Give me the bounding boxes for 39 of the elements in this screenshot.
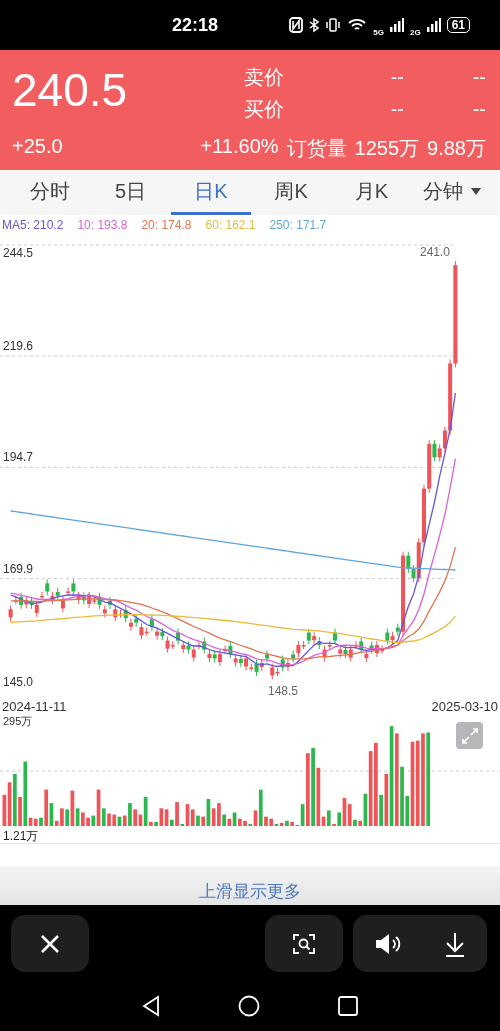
start-date: 2024-11-11 bbox=[2, 700, 67, 714]
ask-value: -- bbox=[389, 65, 404, 90]
battery-level: 61 bbox=[446, 17, 470, 33]
end-date: 2025-03-10 bbox=[431, 700, 498, 714]
amount-value: 9.88万 bbox=[427, 135, 486, 161]
period-tab[interactable]: 周K bbox=[251, 170, 332, 215]
bid-value: -- bbox=[471, 97, 486, 123]
volume-label: 订货量 bbox=[286, 135, 347, 161]
period-tab[interactable]: 5日 bbox=[90, 170, 171, 215]
moving-average-legend: 60: 162.1 bbox=[205, 218, 256, 232]
axis-label: 194.7 bbox=[3, 450, 34, 465]
ask-label: 卖价 bbox=[243, 65, 285, 90]
moving-average-legend: 10: 193.8 bbox=[77, 218, 128, 232]
current-price: 240.5 bbox=[12, 64, 129, 118]
period-tab[interactable]: 月K bbox=[331, 170, 412, 215]
axis-label: 244.5 bbox=[3, 246, 34, 260]
period-tab[interactable]: 分时 bbox=[10, 170, 91, 215]
axis-label: 295万 bbox=[3, 715, 33, 727]
moving-average-legend: 20: 174.8 bbox=[141, 218, 192, 232]
bid-value: -- bbox=[389, 97, 404, 123]
axis-label: 145.0 bbox=[3, 674, 34, 689]
swipe-hint: 上滑显示更多 bbox=[199, 881, 301, 903]
axis-label: 1.21万 bbox=[3, 829, 39, 843]
network-label: 2G bbox=[409, 27, 421, 37]
moving-average-legend: 250: 171.7 bbox=[269, 218, 327, 232]
axis-label: 169.9 bbox=[3, 561, 34, 576]
status-time: 22:18 bbox=[172, 14, 219, 36]
period-tab[interactable]: 日K bbox=[170, 170, 251, 215]
volume-value: 1255万 bbox=[354, 135, 420, 161]
ask-value: -- bbox=[471, 65, 486, 90]
price-change: +25.0 bbox=[12, 134, 63, 159]
change-percent: +11.60% bbox=[200, 134, 279, 159]
bid-label: 买价 bbox=[243, 97, 285, 123]
network-label: 5G bbox=[373, 27, 384, 37]
period-tab[interactable]: 分钟 bbox=[411, 170, 492, 215]
axis-label: 219.6 bbox=[3, 339, 34, 354]
moving-average-legend: MA5: 210.2 bbox=[2, 218, 64, 232]
high-price-label: 241.0 bbox=[420, 245, 451, 259]
low-price-label: 148.5 bbox=[268, 684, 299, 698]
